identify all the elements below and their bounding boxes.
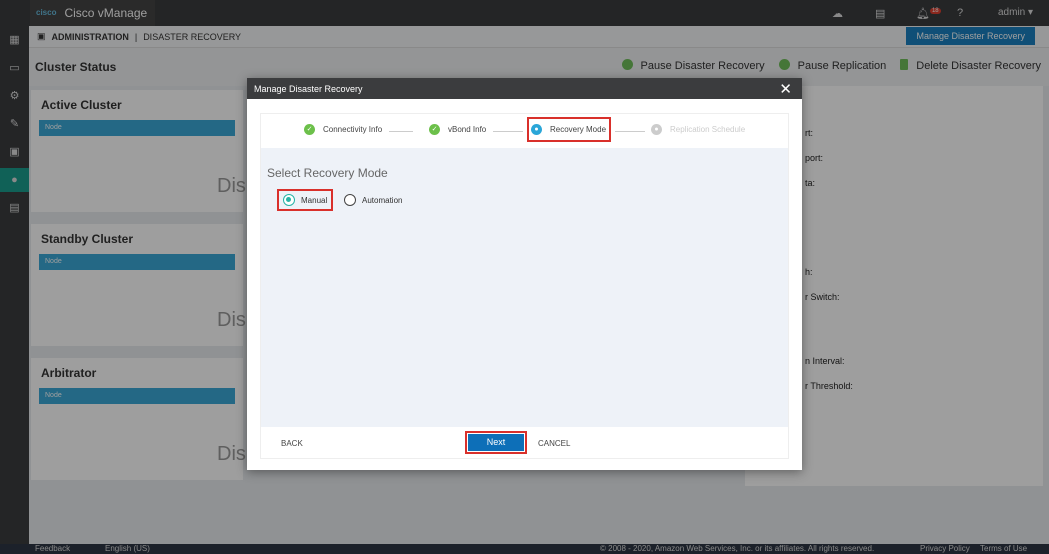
cluster-actions: Pause Disaster Recovery Pause Replicatio…	[621, 59, 1041, 72]
pending-step-icon: ●	[651, 124, 662, 135]
manage-disaster-recovery-button[interactable]: Manage Disaster Recovery	[906, 27, 1035, 45]
empty-message: Dis	[217, 309, 246, 331]
detail-label: ta:	[805, 178, 816, 188]
dashboard-icon[interactable]: ▦	[0, 28, 29, 52]
terms-link[interactable]: Terms of Use	[980, 544, 1027, 554]
automation-radio[interactable]: Automation	[344, 194, 402, 206]
language-selector[interactable]: English (US)	[105, 544, 150, 554]
step-vbond-info[interactable]: ✓ vBond Info	[429, 124, 486, 135]
cancel-button[interactable]: CANCEL	[538, 439, 570, 448]
footer: Feedback English (US) © 2008 - 2020, Ama…	[0, 544, 1049, 554]
gear-icon[interactable]: ⚙	[0, 84, 29, 108]
top-bar: cisco Cisco vManage ☁ ▤ 🔔︎ 18 ? admin ▾	[0, 0, 1049, 26]
app-title: Cisco vManage	[64, 6, 148, 20]
highlight-box	[465, 431, 527, 454]
notification-badge: 18	[929, 8, 941, 15]
page-header: ▣ ADMINISTRATION | DISASTER RECOVERY	[29, 26, 1049, 48]
delete-disaster-recovery-button[interactable]: Delete Disaster Recovery	[900, 59, 1041, 72]
users-icon[interactable]: ●	[0, 168, 29, 192]
arbitrator-panel: Arbitrator Node Dis	[31, 358, 246, 480]
copyright: © 2008 - 2020, Amazon Web Services, Inc.…	[600, 544, 875, 553]
dialog-header: Manage Disaster Recovery ✕	[247, 78, 802, 99]
back-button[interactable]: BACK	[281, 439, 303, 448]
dialog-content: Select Recovery Mode Manual Automation	[261, 148, 788, 427]
detail-label: rt:	[805, 128, 813, 138]
page-title: DISASTER RECOVERY	[143, 31, 242, 42]
empty-message: Dis	[217, 443, 246, 465]
wizard-steps: ✓ Connectivity Info ✓ vBond Info ● Recovery…	[261, 114, 788, 147]
highlight-box	[277, 189, 333, 211]
detail-label: r Switch:	[805, 292, 840, 302]
detail-label: n Interval:	[805, 356, 845, 366]
tasks-icon[interactable]: ▤	[875, 7, 885, 20]
detail-label: port:	[805, 153, 824, 163]
manage-disaster-recovery-dialog: Manage Disaster Recovery ✕ ✓ Connectivity …	[247, 78, 802, 470]
wizard: ✓ Connectivity Info ✓ vBond Info ● Recovery…	[260, 113, 789, 459]
highlight-box	[527, 117, 611, 142]
bell-icon[interactable]: 🔔︎ 18	[916, 7, 941, 20]
sidebar: ☰ ▦ ▭ ⚙ ✎ ▣ ● ▤	[0, 0, 29, 554]
step-connectivity-info[interactable]: ✓ Connectivity Info	[304, 124, 382, 135]
user-menu[interactable]: admin ▾	[998, 7, 1033, 18]
panel-title: Arbitrator	[41, 366, 97, 380]
briefcase-icon: ▣	[37, 31, 46, 41]
section-title: Select Recovery Mode	[267, 166, 388, 180]
panel-title: Active Cluster	[41, 98, 122, 112]
step-replication-schedule[interactable]: ● Replication Schedule	[651, 124, 745, 135]
wrench-icon[interactable]: ✎	[0, 112, 29, 136]
help-icon[interactable]: ?	[957, 7, 963, 19]
analytics-icon[interactable]: ▤	[0, 196, 29, 220]
standby-cluster-panel: Standby Cluster Node Dis	[31, 224, 246, 346]
dialog-footer: BACK Next CANCEL	[261, 427, 788, 459]
close-icon[interactable]: ✕	[779, 80, 792, 98]
panel-title: Standby Cluster	[41, 232, 134, 246]
feedback-link[interactable]: Feedback	[35, 544, 70, 554]
brand[interactable]: cisco Cisco vManage	[30, 0, 155, 26]
dialog-title: Manage Disaster Recovery	[254, 84, 363, 94]
username: admin	[998, 7, 1026, 18]
empty-message: Dis	[217, 175, 246, 197]
cisco-logo: cisco	[36, 8, 57, 17]
pause-replication-button[interactable]: Pause Replication	[778, 59, 886, 72]
privacy-link[interactable]: Privacy Policy	[920, 544, 970, 554]
detail-label: h:	[805, 267, 813, 277]
check-icon: ✓	[304, 124, 315, 135]
node-column-header: Node	[39, 254, 235, 270]
section-title: ADMINISTRATION	[51, 31, 129, 42]
monitor-icon[interactable]: ▭	[0, 56, 29, 80]
node-column-header: Node	[39, 388, 235, 404]
active-cluster-panel: Active Cluster Node Dis	[31, 90, 246, 212]
cloud-icon[interactable]: ☁	[832, 7, 843, 20]
node-column-header: Node	[39, 120, 235, 136]
check-icon: ✓	[429, 124, 440, 135]
briefcase-icon[interactable]: ▣	[0, 140, 29, 164]
pause-disaster-recovery-button[interactable]: Pause Disaster Recovery	[621, 59, 765, 72]
detail-label: r Threshold:	[805, 381, 853, 391]
